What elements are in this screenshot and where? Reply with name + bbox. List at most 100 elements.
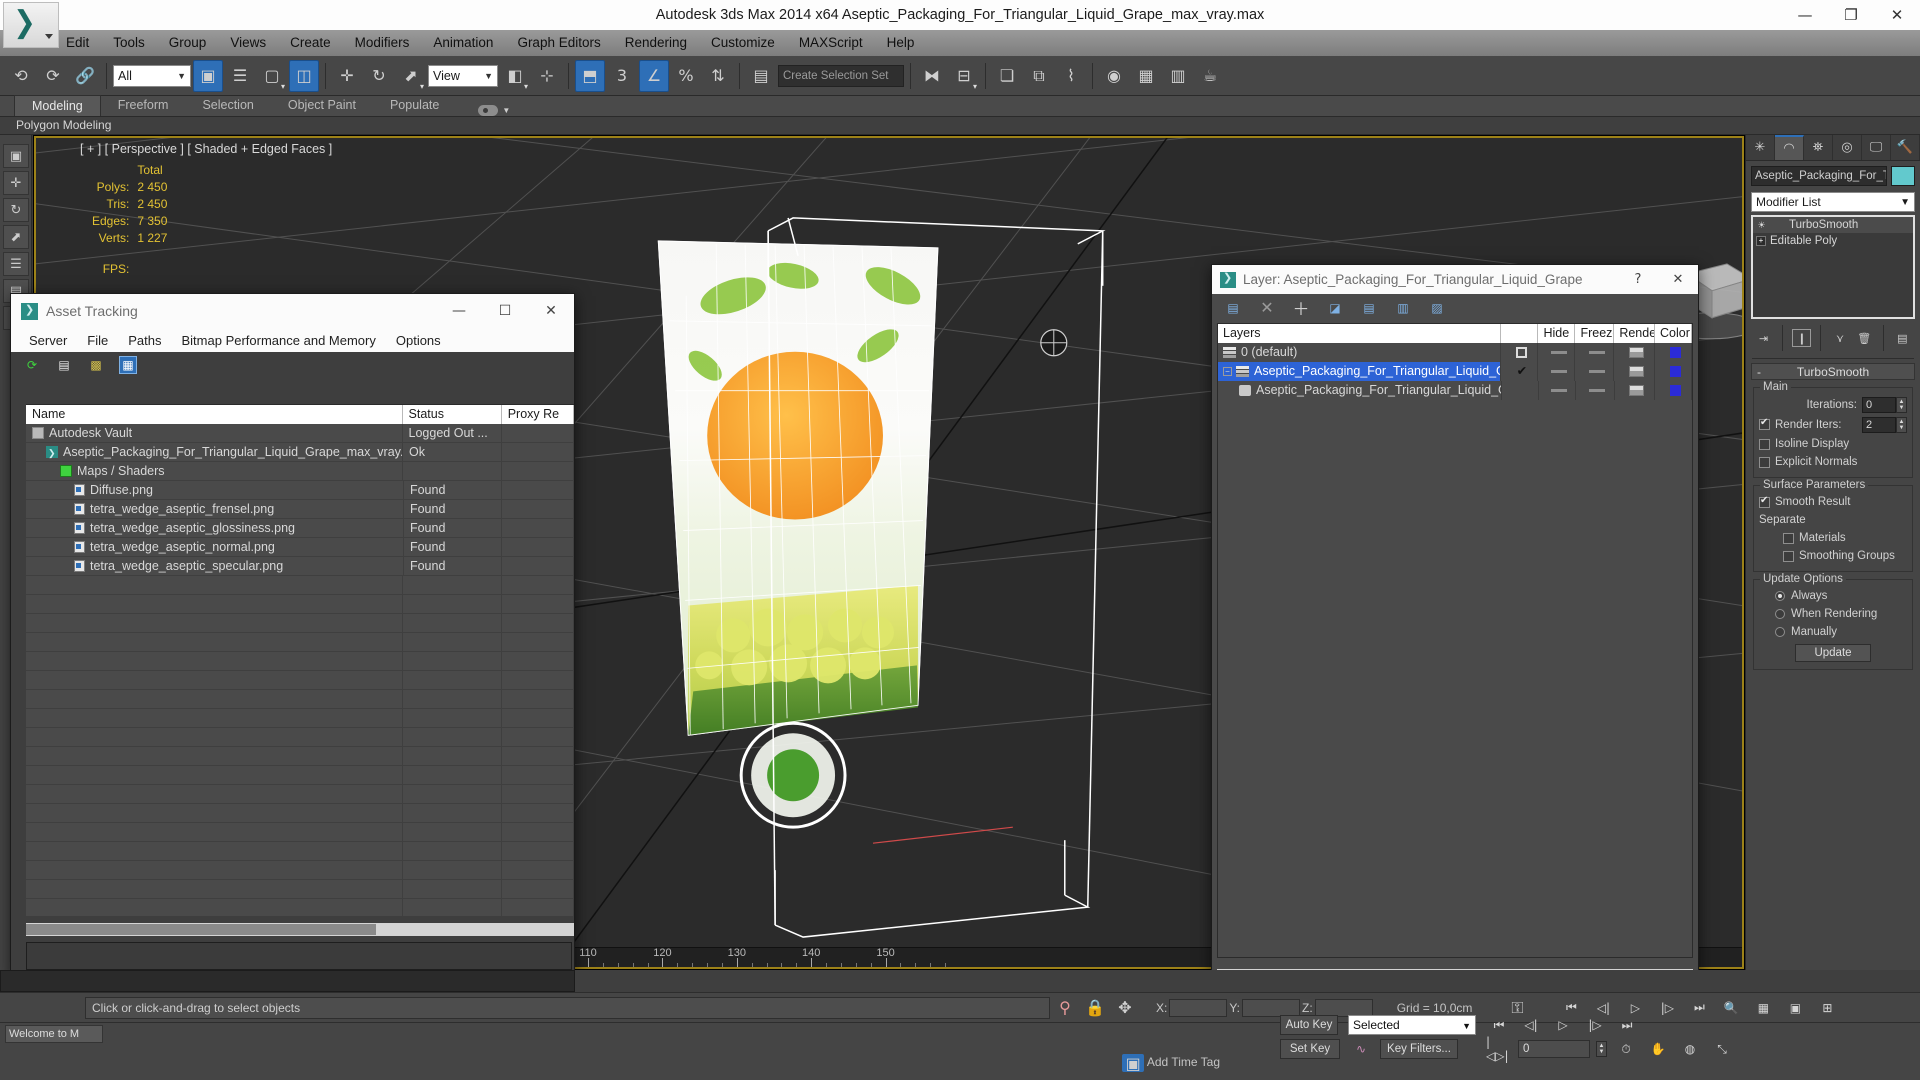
pan-view-icon[interactable]: ✋: [1645, 1039, 1671, 1059]
scale-tool-icon[interactable]: ⬈: [3, 225, 29, 249]
play-icon[interactable]: ▷: [1550, 1015, 1576, 1035]
menu-item-animation[interactable]: Animation: [421, 30, 505, 56]
highlight-selected-icon[interactable]: ▥: [1394, 299, 1412, 317]
object-color-swatch[interactable]: [1891, 166, 1915, 186]
layer-freeze-cell[interactable]: [1575, 343, 1615, 362]
layer-hide-cell[interactable]: [1539, 381, 1576, 400]
spinner-arrows-icon[interactable]: ▲ ▼: [1896, 416, 1907, 433]
key-navigate-icon[interactable]: |◁▷|: [1486, 1035, 1512, 1063]
auto-key-button[interactable]: Auto Key: [1280, 1015, 1338, 1035]
asset-name-cell[interactable]: tetra_wedge_aseptic_normal.png: [26, 538, 404, 556]
redo-icon[interactable]: ⟳: [38, 60, 68, 92]
configure-modifier-sets-icon[interactable]: ▤: [1893, 329, 1912, 347]
previous-key-icon[interactable]: ◁|: [1518, 1015, 1544, 1035]
time-configuration-icon[interactable]: ⏱: [1613, 1039, 1639, 1059]
asset-minimize-button[interactable]: —: [436, 294, 482, 328]
motion-tab-icon[interactable]: ◎: [1833, 135, 1862, 160]
undo-icon[interactable]: ⟲: [6, 60, 36, 92]
layer-color-cell[interactable]: [1655, 362, 1693, 381]
spinner-snap-toggle-icon[interactable]: ⇅: [703, 60, 733, 92]
asset-name-cell[interactable]: tetra_wedge_aseptic_specular.png: [26, 557, 404, 575]
key-curve-icon[interactable]: ∿: [1348, 1039, 1374, 1059]
remove-modifier-icon[interactable]: 🗑: [1855, 329, 1874, 347]
asset-name-cell[interactable]: Diffuse.png: [26, 481, 404, 499]
window-crossing-icon[interactable]: ◫: [289, 59, 319, 92]
modifier-stack-item-editable-poly[interactable]: + Editable Poly: [1753, 233, 1913, 249]
layer-name-cell[interactable]: Aseptic_Packaging_For_Triangular_Liquid_…: [1218, 381, 1502, 400]
asset-horizontal-scrollbar[interactable]: [26, 923, 574, 936]
rotate-tool-icon[interactable]: ↻: [3, 198, 29, 222]
app-logo-icon[interactable]: ❯: [3, 2, 59, 48]
key-filters-button[interactable]: Key Filters...: [1380, 1039, 1458, 1059]
selection-filter-combo[interactable]: All ▼: [113, 64, 191, 87]
collapse-icon[interactable]: −: [1223, 367, 1232, 376]
rendered-frame-window-icon[interactable]: ▥: [1163, 60, 1193, 92]
utilities-tab-icon[interactable]: 🔨: [1891, 135, 1920, 160]
collapse-icon[interactable]: -: [1757, 365, 1761, 379]
ribbon-tab-modeling[interactable]: Modeling: [14, 95, 101, 116]
layer-hide-cell[interactable]: [1538, 343, 1576, 362]
asset-list[interactable]: Name Status Proxy Re Autodesk Vault Logge…: [26, 404, 574, 916]
layer-current-cell[interactable]: [1502, 381, 1539, 400]
layer-manager-icon[interactable]: ❏: [992, 60, 1022, 92]
key-mode-dropdown[interactable]: Selected ▼: [1348, 1015, 1476, 1035]
asset-row[interactable]: Autodesk Vault Logged Out ...: [26, 424, 574, 443]
asset-menu-paths[interactable]: Paths: [118, 333, 171, 348]
menu-item-graph-editors[interactable]: Graph Editors: [505, 30, 612, 56]
asset-maximize-button[interactable]: ☐: [482, 294, 528, 328]
maxscript-listener[interactable]: [0, 970, 575, 992]
menu-item-modifiers[interactable]: Modifiers: [343, 30, 422, 56]
asset-menu-options[interactable]: Options: [386, 333, 451, 348]
select-and-scale-icon[interactable]: ⬈ ▾: [396, 60, 426, 92]
spinner-arrows-icon[interactable]: ▲ ▼: [1896, 396, 1907, 413]
smoothing-groups-checkbox[interactable]: [1783, 550, 1794, 562]
welcome-tab[interactable]: Welcome to M: [5, 1025, 103, 1043]
isolate-selection-icon[interactable]: ⚲: [1050, 992, 1080, 1024]
isoline-display-checkbox[interactable]: [1759, 438, 1770, 450]
materials-checkbox[interactable]: [1783, 532, 1794, 544]
ribbon-tab-populate[interactable]: Populate: [373, 95, 456, 116]
iterations-value[interactable]: 0: [1862, 396, 1896, 413]
show-end-result-icon[interactable]: ❙: [1792, 329, 1812, 347]
render-production-icon[interactable]: ☕: [1195, 60, 1225, 92]
color-swatch[interactable]: [1670, 385, 1682, 396]
next-key-icon[interactable]: |▷: [1582, 1015, 1608, 1035]
layer-current-cell[interactable]: ✔: [1501, 362, 1539, 381]
x-field[interactable]: [1169, 998, 1228, 1017]
layer-row[interactable]: 0 (default): [1218, 343, 1693, 362]
hide-unselected-icon[interactable]: ▨: [1428, 299, 1446, 317]
modifier-stack[interactable]: ☀ TurboSmooth + Editable Poly: [1751, 215, 1915, 319]
select-highlighted-icon[interactable]: ▤: [1360, 299, 1378, 317]
layer-row[interactable]: Aseptic_Packaging_For_Triangular_Liquid_…: [1218, 381, 1692, 400]
layer-name-cell[interactable]: 0 (default): [1218, 343, 1502, 362]
add-layer-icon[interactable]: ＋: [1292, 299, 1310, 320]
rollout-header[interactable]: - TurboSmooth: [1751, 363, 1915, 380]
asset-menu-bitmap-performance-and-memory[interactable]: Bitmap Performance and Memory: [172, 333, 386, 348]
thumbnail-icon[interactable]: ▩: [87, 356, 105, 374]
menu-item-group[interactable]: Group: [157, 30, 219, 56]
materials-row[interactable]: Materials: [1759, 530, 1907, 546]
column-name[interactable]: Name: [26, 405, 403, 424]
layer-row[interactable]: − Aseptic_Packaging_For_Triangular_Liquid…: [1218, 362, 1693, 381]
dash-icon[interactable]: [1551, 389, 1568, 392]
rectangular-selection-region-icon[interactable]: ▢ ▾: [257, 60, 287, 92]
column-freeze[interactable]: Freeze: [1575, 324, 1615, 343]
layer-current-cell[interactable]: [1501, 343, 1539, 362]
layer-hide-cell[interactable]: [1538, 362, 1576, 381]
close-button[interactable]: ✕: [1874, 0, 1920, 30]
time-tag-icon[interactable]: ▣: [1122, 1054, 1145, 1073]
curve-editor-icon[interactable]: ⌇: [1056, 60, 1086, 92]
reference-coordinate-system-combo[interactable]: View ▼: [428, 64, 498, 87]
use-pivot-point-center-icon[interactable]: ◧ ▾: [500, 60, 530, 92]
selection-lock-icon[interactable]: 🔒: [1080, 992, 1110, 1024]
column-color[interactable]: Color: [1655, 324, 1693, 343]
current-layer-checkbox[interactable]: [1516, 347, 1528, 358]
explicit-normals-row[interactable]: Explicit Normals: [1759, 454, 1907, 470]
dash-icon[interactable]: [1588, 370, 1605, 373]
go-to-start-icon[interactable]: ⏮: [1486, 1015, 1512, 1035]
material-editor-icon[interactable]: ◉: [1099, 60, 1129, 92]
ribbon-tab-object-paint[interactable]: Object Paint: [271, 95, 373, 116]
asset-name-cell[interactable]: tetra_wedge_aseptic_frensel.png: [26, 500, 404, 518]
frame-spinner-icon[interactable]: ▲ ▼: [1596, 1041, 1607, 1057]
layer-freeze-cell[interactable]: [1575, 362, 1615, 381]
